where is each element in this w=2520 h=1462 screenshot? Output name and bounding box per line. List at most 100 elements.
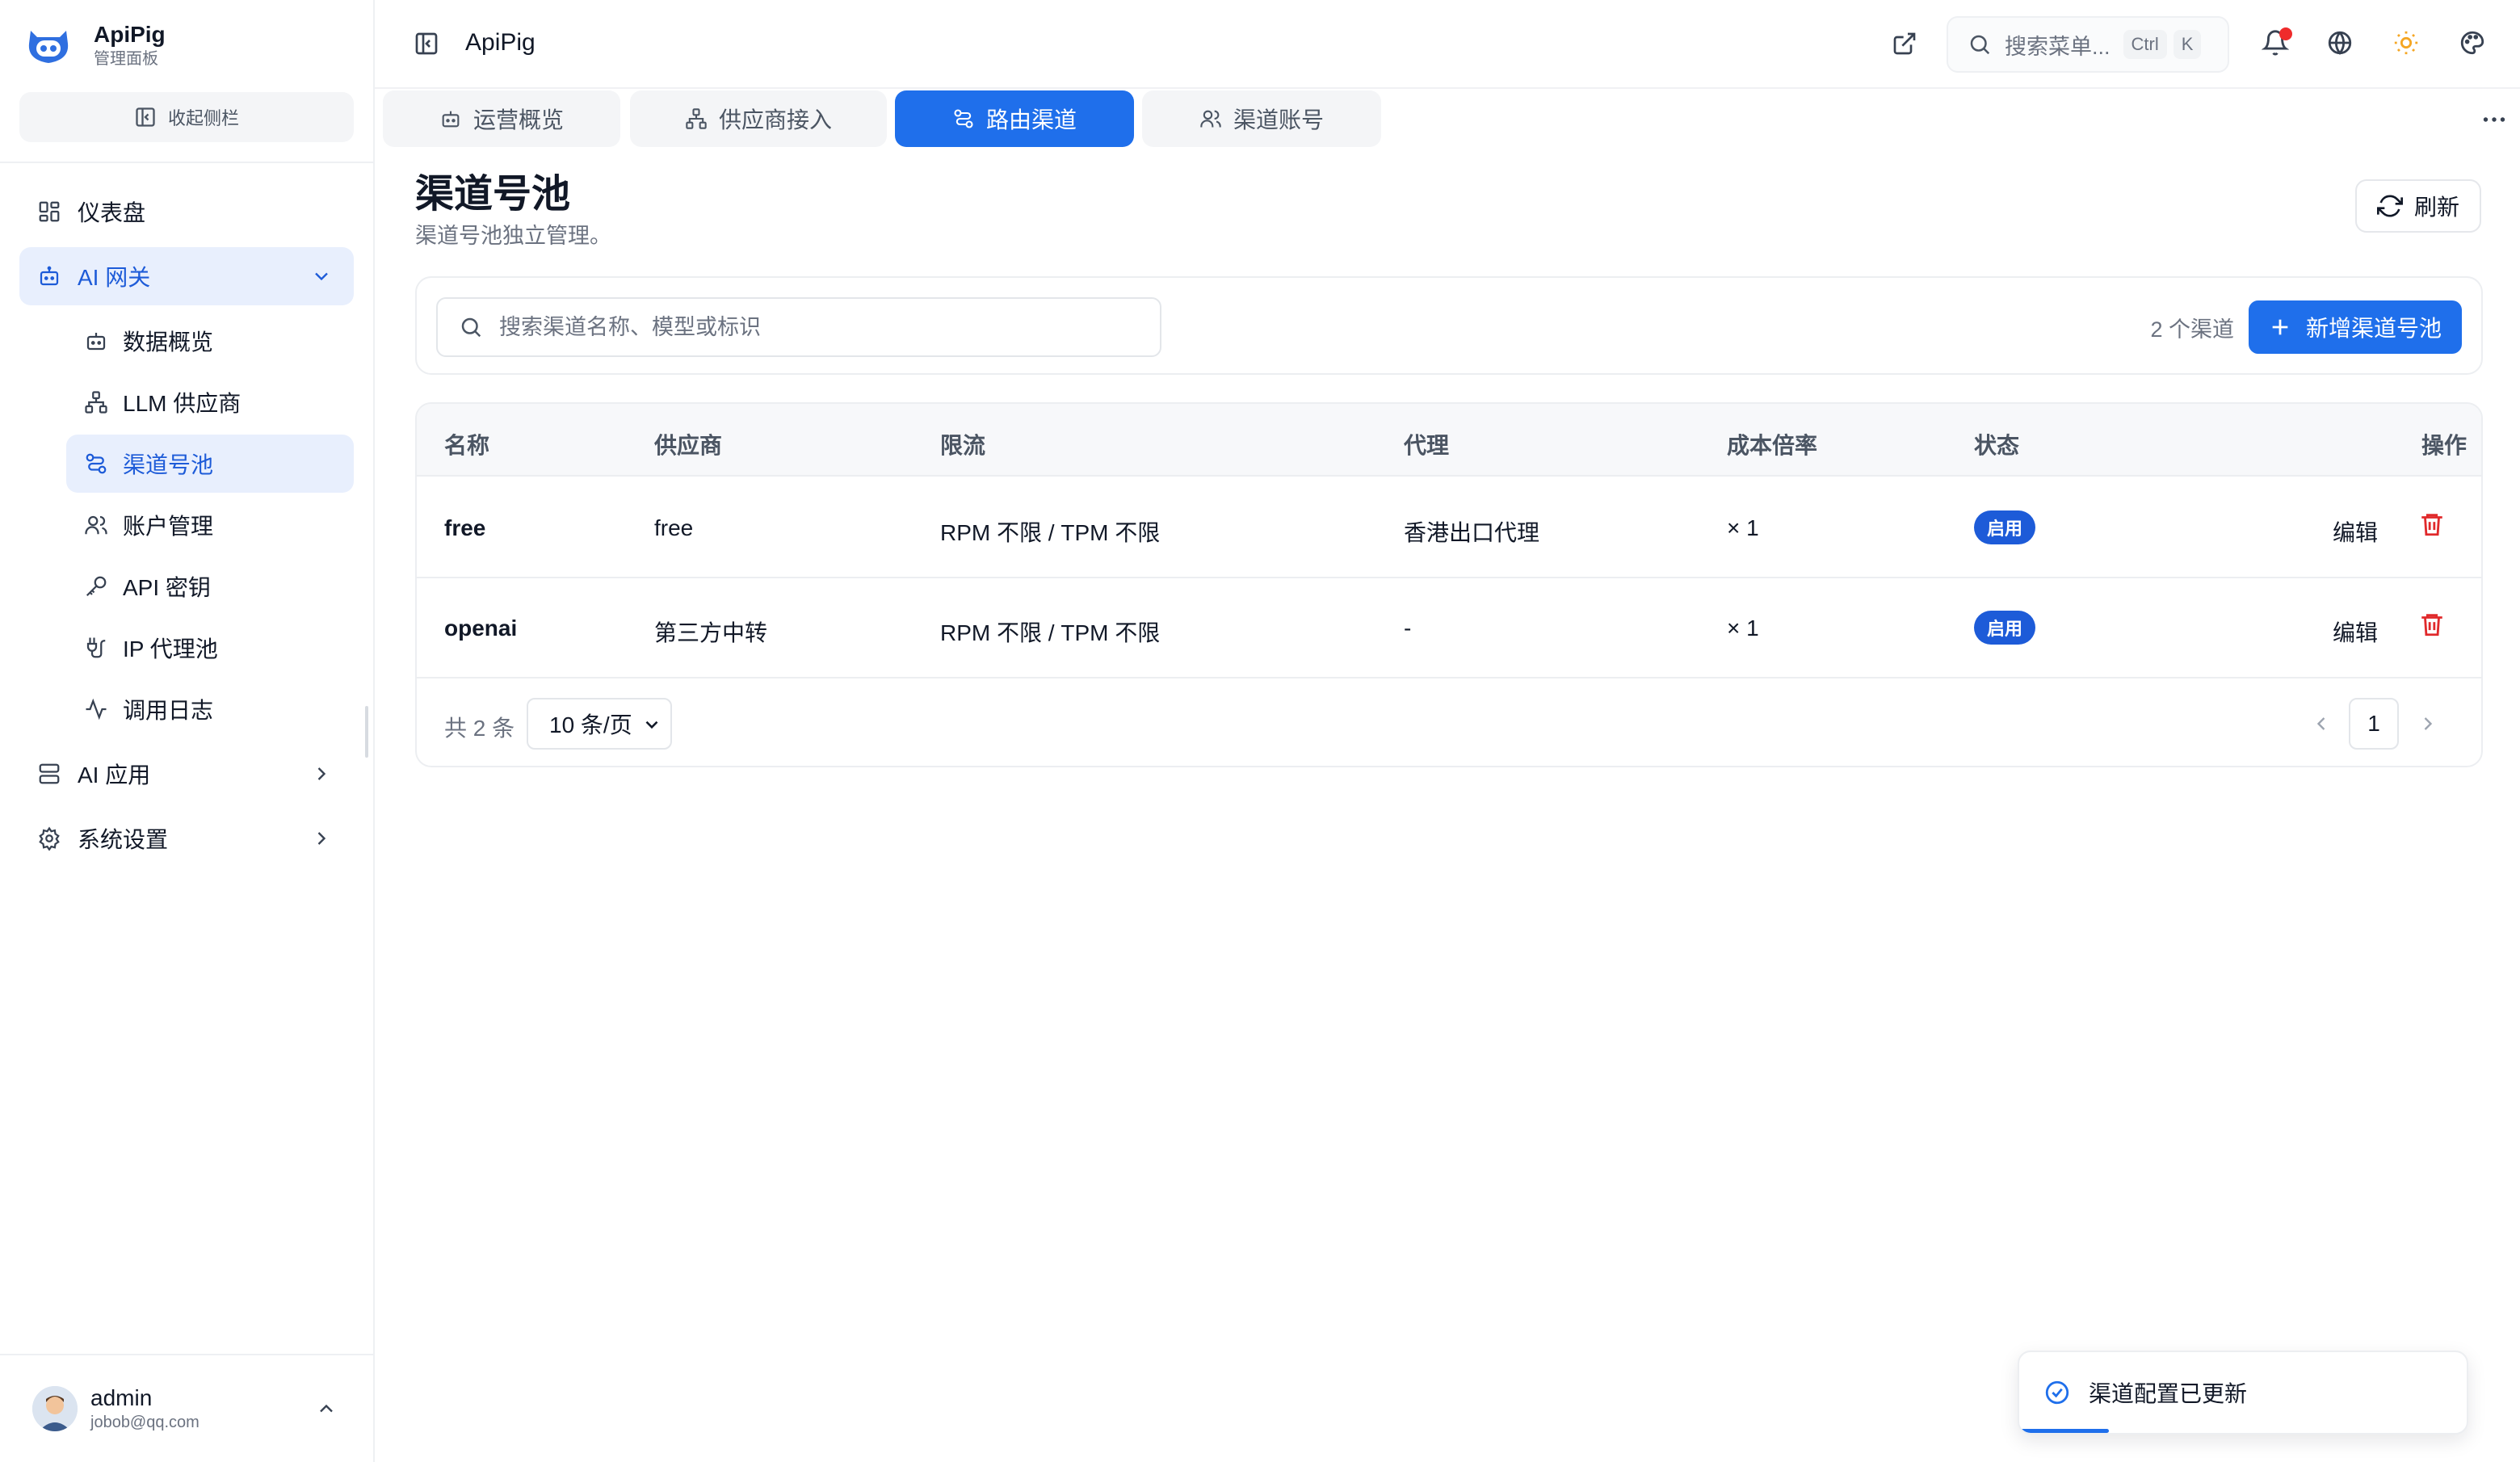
chevron-right-icon: [317, 767, 326, 780]
refresh-button[interactable]: 刷新: [2355, 179, 2481, 233]
column-header-status: 状态: [1974, 433, 2020, 458]
tab-provider-access[interactable]: 供应商接入: [630, 90, 887, 147]
cell-cost-multiplier: × 1: [1727, 615, 1759, 641]
column-header-rate-limit: 限流: [940, 433, 986, 458]
channel-table: 名称 供应商 限流 代理 成本倍率 状态 操作 free free RPM 不限…: [415, 402, 2483, 767]
header-title: ApiPig: [465, 29, 536, 56]
user-email: jobob@qq.com: [90, 1414, 200, 1431]
network-icon: [686, 108, 707, 129]
tab-operations-overview[interactable]: 运营概览: [383, 90, 620, 147]
gear-icon: [39, 826, 60, 851]
palette-icon[interactable]: [2459, 29, 2486, 57]
avatar: [32, 1386, 78, 1431]
robot-icon: [40, 266, 59, 286]
chevron-up-icon: [320, 1404, 333, 1413]
tab-label: 路由渠道: [985, 107, 1077, 132]
sidebar-nav: 仪表盘 AI 网关 数据概览 LLM 供应商 渠道号池 账户管理 API 密钥 …: [19, 183, 354, 874]
edit-button[interactable]: 编辑: [2333, 515, 2378, 548]
page-title: 渠道号池: [415, 173, 571, 216]
column-header-provider: 供应商: [654, 433, 723, 458]
sidebar-item-llm-providers[interactable]: LLM 供应商: [66, 373, 354, 431]
sidebar-item-ai-gateway[interactable]: AI 网关: [19, 247, 354, 305]
tab-label: 供应商接入: [718, 107, 832, 132]
brand[interactable]: ApiPig 管理面板: [23, 19, 166, 71]
channel-search-box[interactable]: [436, 297, 1161, 357]
check-circle-icon: [2045, 1380, 2069, 1405]
user-avatar-icon: [32, 1386, 78, 1431]
sun-icon[interactable]: [2392, 29, 2420, 57]
sidebar-item-ip-proxy-pool[interactable]: IP 代理池: [66, 619, 354, 677]
table-row[interactable]: free free RPM 不限 / TPM 不限 香港出口代理 × 1 启用 …: [417, 478, 2481, 578]
sidebar-scrollbar[interactable]: [365, 706, 368, 758]
ai-gateway-subnav: 数据概览 LLM 供应商 渠道号池 账户管理 API 密钥 IP 代理池 调用日…: [19, 312, 354, 738]
route-icon: [954, 109, 973, 128]
column-header-name: 名称: [444, 433, 490, 458]
sidebar-item-label: AI 应用: [78, 763, 151, 788]
sidebar-item-system-settings[interactable]: 系统设置: [19, 809, 354, 868]
filter-toolbar: 2 个渠道 新增渠道号池: [415, 276, 2483, 375]
tab-label: 运营概览: [472, 107, 564, 132]
cell-cost-multiplier: × 1: [1727, 515, 1759, 540]
globe-icon[interactable]: [2326, 29, 2354, 57]
page-number-button[interactable]: 1: [2349, 698, 2399, 750]
sidebar-collapse-icon: [136, 107, 155, 127]
sidebar-item-call-logs[interactable]: 调用日志: [66, 680, 354, 738]
cell-proxy: -: [1404, 615, 1412, 641]
chevron-right-icon: [317, 832, 326, 845]
sidebar-item-dashboard[interactable]: 仪表盘: [19, 183, 354, 241]
toast-message: 渠道配置已更新: [2089, 1381, 2248, 1406]
shortcut-k: K: [2173, 30, 2202, 59]
tab-channel-accounts[interactable]: 渠道账号: [1142, 90, 1381, 147]
add-channel-pool-button[interactable]: 新增渠道号池: [2249, 300, 2462, 354]
more-horizontal-icon[interactable]: [2480, 105, 2509, 134]
tab-routing-channels[interactable]: 路由渠道: [895, 90, 1134, 147]
chevron-down-icon: [645, 720, 658, 729]
trash-icon[interactable]: [2418, 510, 2446, 538]
page-size-select[interactable]: 10 条/页: [527, 698, 672, 750]
cell-proxy: 香港出口代理: [1404, 520, 1540, 545]
sidebar-item-label: 账户管理: [123, 514, 214, 539]
status-badge: 启用: [1974, 611, 2036, 645]
menu-search-placeholder: 搜索菜单...: [2005, 34, 2110, 59]
cell-rate-limit: RPM 不限 / TPM 不限: [940, 520, 1161, 545]
refresh-label: 刷新: [2413, 195, 2459, 220]
collapse-sidebar-label: 收起侧栏: [167, 108, 239, 128]
sidebar-item-data-overview[interactable]: 数据概览: [66, 312, 354, 370]
tab-label: 渠道账号: [1233, 107, 1324, 132]
user-menu[interactable]: admin jobob@qq.com: [0, 1354, 373, 1462]
refresh-icon: [2376, 195, 2403, 217]
key-icon: [86, 576, 107, 597]
users-icon: [85, 515, 107, 535]
network-icon: [85, 391, 107, 414]
edit-button[interactable]: 编辑: [2333, 615, 2378, 648]
user-name: admin: [90, 1385, 153, 1410]
page-size-value: 10 条/页: [549, 712, 632, 737]
channel-count: 2 个渠道: [2150, 317, 2234, 342]
toast-progress-bar: [2019, 1429, 2109, 1433]
sidebar-toggle-icon[interactable]: [414, 31, 439, 57]
sidebar-item-label: 调用日志: [123, 698, 214, 723]
sidebar-item-ai-apps[interactable]: AI 应用: [19, 745, 354, 803]
collapse-sidebar-button[interactable]: 收起侧栏: [19, 92, 354, 142]
pig-logo-icon: [28, 31, 69, 63]
trash-icon[interactable]: [2418, 611, 2446, 638]
sidebar-item-channel-pool[interactable]: 渠道号池: [66, 435, 354, 493]
toast-notification[interactable]: 渠道配置已更新: [2018, 1351, 2468, 1435]
table-row[interactable]: openai 第三方中转 RPM 不限 / TPM 不限 - × 1 启用 编辑: [417, 578, 2481, 678]
column-header-cost-multiplier: 成本倍率: [1727, 433, 1818, 458]
cell-provider: 第三方中转: [654, 620, 768, 645]
sidebar-item-api-keys[interactable]: API 密钥: [66, 557, 354, 615]
external-link-icon[interactable]: [1892, 31, 1917, 57]
sidebar-item-account-management[interactable]: 账户管理: [66, 496, 354, 554]
status-badge: 启用: [1974, 510, 2036, 544]
plus-icon: [2272, 319, 2288, 335]
cell-provider: free: [654, 515, 694, 540]
users-icon: [1200, 110, 1221, 128]
chevron-left-icon[interactable]: [2310, 712, 2333, 735]
menu-search-box[interactable]: 搜索菜单... Ctrl K: [1947, 16, 2229, 73]
search-icon: [1970, 35, 1990, 55]
chevron-right-icon[interactable]: [2417, 712, 2439, 735]
channel-search-input[interactable]: [499, 314, 1145, 340]
cell-name: free: [444, 515, 486, 540]
total-count: 共 2 条: [444, 716, 515, 741]
